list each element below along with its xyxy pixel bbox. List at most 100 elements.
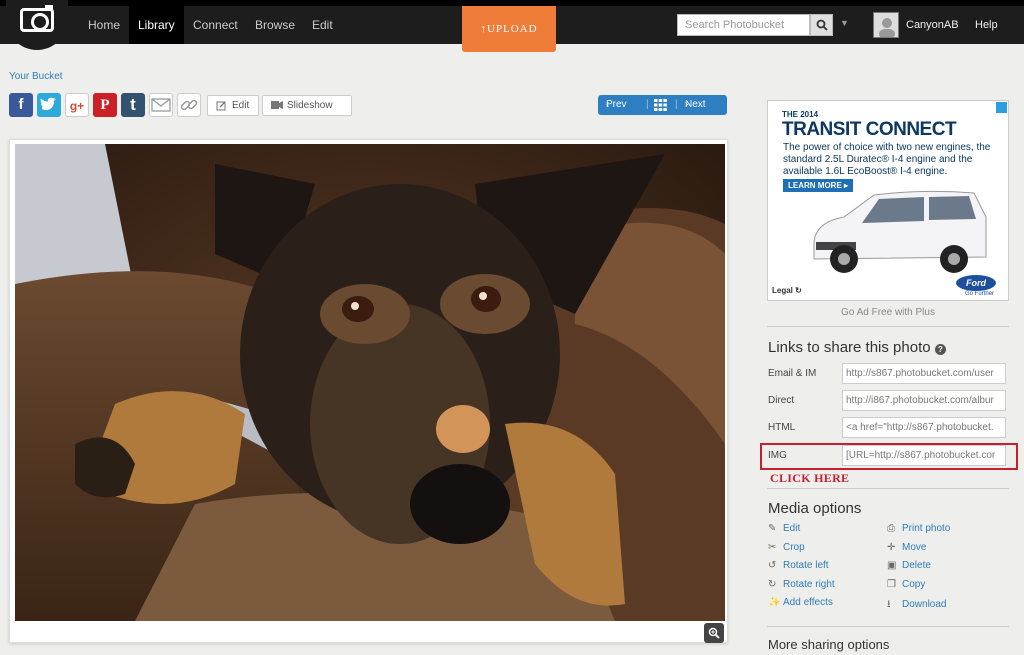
breadcrumb[interactable]: Your Bucket [9,71,63,82]
email-icon[interactable] [149,93,173,117]
zoom-button[interactable] [704,623,724,643]
divider [767,626,1009,627]
click-here-annotation: CLICK HERE [770,471,850,485]
search-icon [816,19,828,31]
facebook-icon[interactable]: f [9,93,33,117]
email-im-link-field[interactable]: http://s867.photobucket.com/user [842,363,1006,384]
ad-year: THE 2014 [782,110,819,119]
chain-link-icon [180,99,198,111]
photo-frame [9,139,728,643]
media-copy-label: Copy [902,579,926,590]
nav-library[interactable]: Library [129,6,184,44]
twitter-icon[interactable] [37,93,61,117]
media-move-label: Move [902,542,927,553]
ford-advertisement[interactable]: THE 2014 TRANSIT CONNECT The power of ch… [767,100,1009,301]
edit-icon: ✎ [768,523,777,534]
media-crop[interactable]: ✂ Crop [768,542,805,553]
direct-link-field[interactable]: http://i867.photobucket.com/albur [842,390,1006,411]
username[interactable]: CanyonAB [906,6,959,44]
media-rotate-left-label: Rotate left [783,560,829,571]
img-highlight-box [760,443,1018,470]
photo-pager: ‹ Prev | | Next › [598,95,727,115]
nav-connect[interactable]: Connect [184,6,247,44]
divider [767,488,1009,489]
media-print-label: Print photo [902,523,951,534]
search-button[interactable] [810,14,833,36]
camera-logo-icon [20,5,54,32]
link-icon[interactable] [177,93,201,117]
chevron-right-icon: › [685,99,689,110]
media-print-photo[interactable]: ⎙ Print photo [887,523,950,534]
google-plus-icon[interactable]: g+ [65,93,89,117]
ad-legal-link[interactable]: Legal ↻ [772,286,802,295]
edit-button[interactable]: Edit [207,95,259,116]
chevron-down-icon[interactable]: ▼ [840,18,849,28]
copy-icon: ❐ [887,579,896,590]
trash-icon: ▣ [887,560,897,571]
html-link-field[interactable]: <a href="http://s867.photobucket. [842,417,1006,438]
html-label: HTML [768,422,796,433]
direct-label: Direct [768,395,795,406]
rotate-left-icon: ↺ [768,560,777,571]
ford-tagline: Go Further [964,291,994,297]
magic-wand-icon: ✨ [768,597,781,608]
print-icon: ⎙ [887,523,895,534]
ad-title: TRANSIT CONNECT [782,119,957,140]
crop-icon: ✂ [768,542,777,553]
twitter-bird-icon [40,97,56,111]
pager-divider: | [675,99,678,110]
pager-divider: | [646,99,649,110]
envelope-icon [151,98,171,112]
media-delete[interactable]: ▣ Delete [887,560,931,571]
grid-view-button[interactable] [654,99,667,119]
media-move[interactable]: ✛ Move [887,542,926,553]
upload-label: UPLOAD [486,23,538,35]
media-edit-label: Edit [783,523,801,534]
media-copy[interactable]: ❐ Copy [887,579,925,590]
replay-icon[interactable]: ↻ [795,286,802,295]
media-add-effects-label: Add effects [783,597,833,608]
help-icon[interactable]: ? [934,344,946,355]
van-image [813,190,987,273]
media-delete-label: Delete [902,560,931,571]
media-rotate-left[interactable]: ↺ Rotate left [768,560,829,571]
media-rotate-right-label: Rotate right [783,579,835,590]
nav-browse[interactable]: Browse [246,6,304,44]
tumblr-icon[interactable]: t [121,93,145,117]
media-download-label: Download [902,599,947,610]
go-ad-free-link[interactable]: Go Ad Free with Plus [767,307,1009,318]
pencil-icon [216,101,226,111]
prev-label: Prev [606,99,627,110]
media-edit[interactable]: ✎ Edit [768,523,800,534]
divider [767,326,1009,327]
zoom-in-icon [708,627,720,639]
grid-icon [654,99,667,111]
slideshow-button[interactable]: Slideshow [262,95,352,116]
email-im-label: Email & IM [768,368,817,379]
dog-photo-illustration [15,144,725,621]
download-icon: ⭳ [887,599,891,610]
links-section-title: Links to share this photo ? [768,339,946,356]
rotate-right-icon: ↻ [768,579,777,590]
edit-label: Edit [232,100,250,111]
nav-edit[interactable]: Edit [303,6,342,44]
user-silhouette-icon [879,18,895,37]
media-rotate-right[interactable]: ↻ Rotate right [768,579,835,590]
upload-button[interactable]: ↑UPLOAD [462,6,556,52]
slideshow-label: Slideshow [287,100,333,111]
media-options-title: Media options [768,500,862,517]
slideshow-icon [271,101,283,109]
avatar[interactable] [873,12,899,38]
nav-home[interactable]: Home [79,6,129,44]
dog-photo[interactable] [15,144,725,621]
ford-logo: Ford [956,275,996,291]
more-sharing-options[interactable]: More sharing options [768,637,889,652]
ad-body: The power of choice with two new engines… [783,142,991,177]
search-input[interactable]: Search Photobucket [677,14,810,36]
media-download[interactable]: ⭳ Download [887,597,946,614]
ad-legal-label: Legal [772,286,793,295]
media-add-effects[interactable]: ✨ Add effects [768,597,833,608]
ad-choices-icon[interactable] [996,102,1007,113]
help-link[interactable]: Help [975,6,998,44]
pinterest-icon[interactable]: P [93,93,117,117]
